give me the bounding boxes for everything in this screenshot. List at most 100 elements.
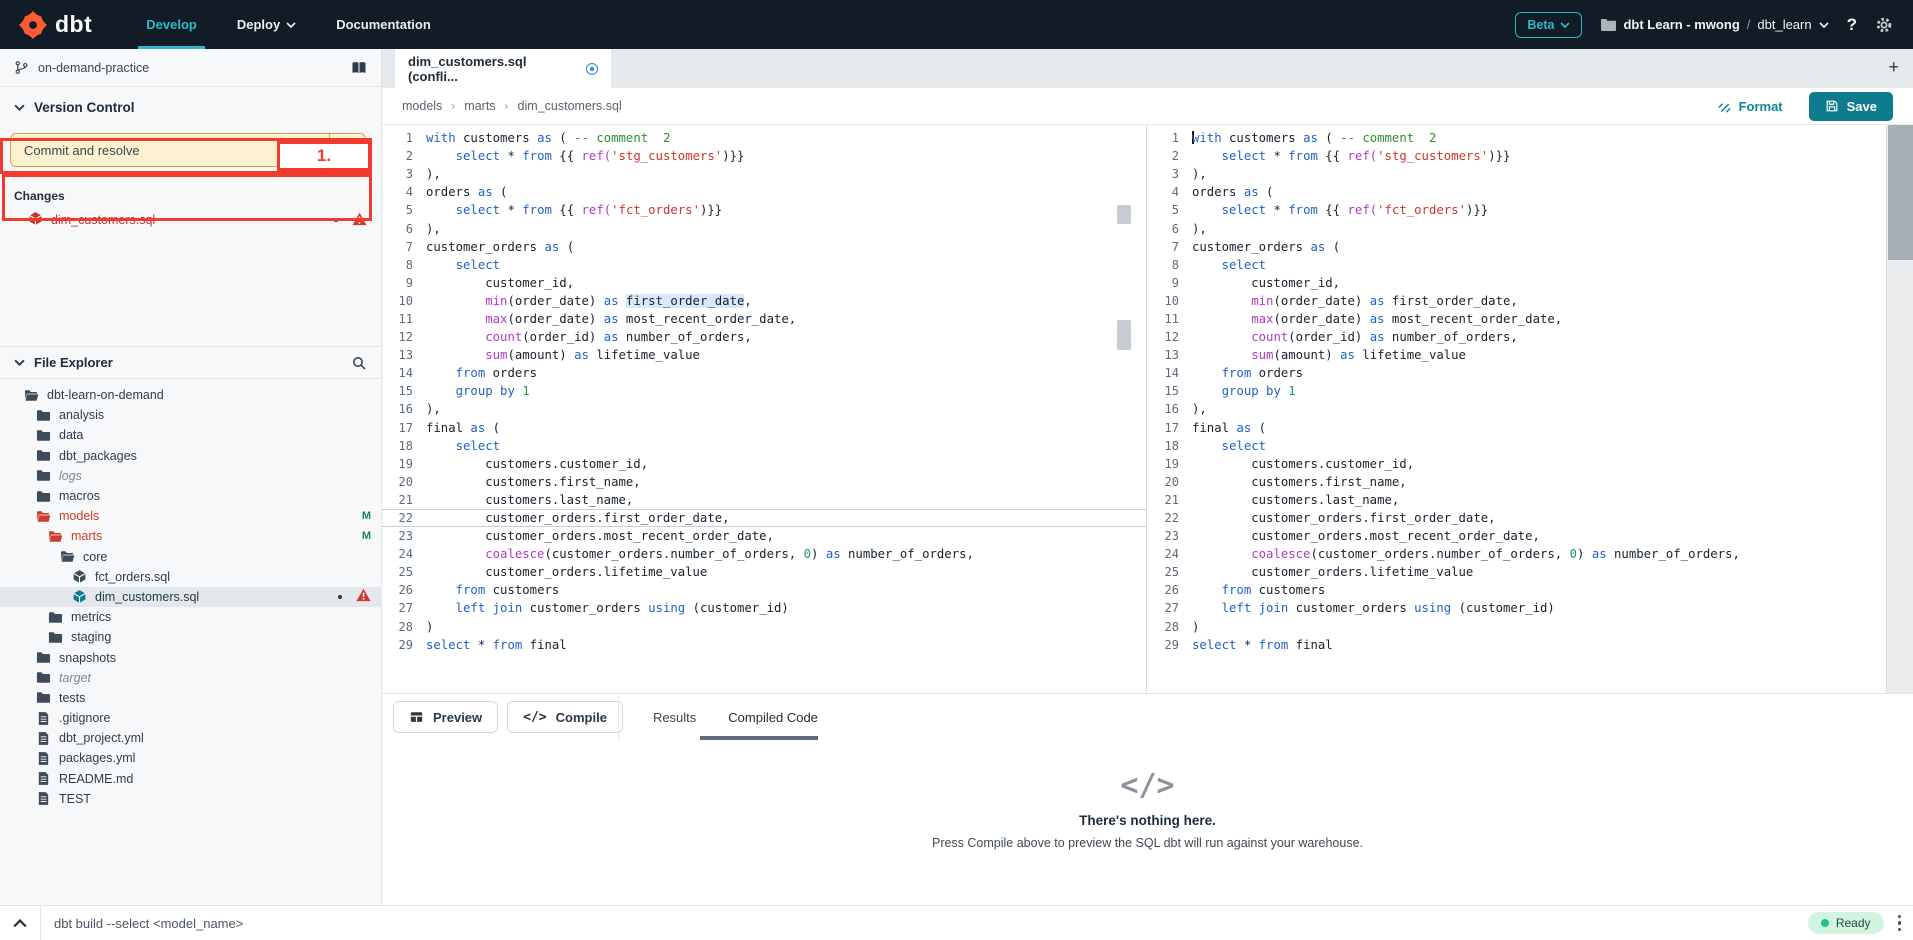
code-line[interactable]: 19 customers.customer_id,	[382, 455, 1146, 473]
code-line[interactable]: 5 select * from {{ ref('fct_orders')}}	[382, 201, 1146, 219]
code-line[interactable]: 10 min(order_date) as first_order_date,	[382, 292, 1146, 310]
code-line[interactable]: 27 left join customer_orders using (cust…	[382, 599, 1146, 617]
right-pane-scrollbar-thumb[interactable]	[1888, 125, 1913, 260]
code-line[interactable]: 22 customer_orders.first_order_date,	[1148, 509, 1886, 527]
code-line[interactable]: 28)	[382, 618, 1146, 636]
tree-item-core[interactable]: core	[0, 547, 381, 567]
commit-and-resolve-button[interactable]: Commit and resolve	[10, 133, 366, 167]
code-line[interactable]: 10 min(order_date) as first_order_date,	[1148, 292, 1886, 310]
tree-item-packages-yml[interactable]: packages.yml	[0, 748, 381, 768]
code-line[interactable]: 20 customers.first_name,	[382, 473, 1146, 491]
search-icon[interactable]	[351, 355, 367, 371]
code-line[interactable]: 24 coalesce(customer_orders.number_of_or…	[382, 545, 1146, 563]
code-line[interactable]: 17final as (	[1148, 419, 1886, 437]
changed-file-row[interactable]: dim_customers.sql	[0, 209, 381, 231]
code-line[interactable]: 7customer_orders as (	[1148, 238, 1886, 256]
dbt-logo[interactable]: dbt	[18, 10, 92, 40]
tree-item-tests[interactable]: tests	[0, 688, 381, 708]
tree-item-fct-orders-sql[interactable]: fct_orders.sql	[0, 567, 381, 587]
tree-item-dim-customers-sql[interactable]: dim_customers.sql	[0, 587, 381, 607]
code-line[interactable]: 2 select * from {{ ref('stg_customers')}…	[1148, 147, 1886, 165]
code-line[interactable]: 28)	[1148, 618, 1886, 636]
tree-item-dbt-packages[interactable]: dbt_packages	[0, 446, 381, 466]
tree-item-readme-md[interactable]: README.md	[0, 769, 381, 789]
code-line[interactable]: 15 group by 1	[1148, 382, 1886, 400]
command-input[interactable]: dbt build --select <model_name>	[54, 916, 1808, 931]
code-line[interactable]: 8 select	[382, 256, 1146, 274]
code-line[interactable]: 14 from orders	[1148, 364, 1886, 382]
left-pane-scrollbar-marker[interactable]	[1117, 320, 1131, 350]
code-line[interactable]: 8 select	[1148, 256, 1886, 274]
help-button[interactable]: ?	[1847, 15, 1857, 35]
tree-item-logs[interactable]: logs	[0, 466, 381, 486]
editor-pane-left[interactable]: 1with customers as ( -- comment 22 selec…	[382, 125, 1147, 695]
tree-item--gitignore[interactable]: .gitignore	[0, 708, 381, 728]
breadcrumb-item[interactable]: dim_customers.sql	[518, 99, 622, 113]
new-tab-button[interactable]: +	[1888, 57, 1899, 78]
code-line[interactable]: 1with customers as ( -- comment 2	[382, 129, 1146, 147]
breadcrumb-item[interactable]: marts	[464, 99, 495, 113]
nav-item-develop[interactable]: Develop	[126, 0, 217, 49]
code-line[interactable]: 20 customers.first_name,	[1148, 473, 1886, 491]
tab-results[interactable]: Results	[653, 706, 696, 729]
code-line[interactable]: 23 customer_orders.most_recent_order_dat…	[1148, 527, 1886, 545]
code-line[interactable]: 27 left join customer_orders using (cust…	[1148, 599, 1886, 617]
code-line[interactable]: 3),	[382, 165, 1146, 183]
docs-book-icon[interactable]	[351, 61, 367, 75]
code-line[interactable]: 5 select * from {{ ref('fct_orders')}}	[1148, 201, 1886, 219]
code-line[interactable]: 22 customer_orders.first_order_date,	[382, 509, 1146, 527]
code-line[interactable]: 12 count(order_id) as number_of_orders,	[382, 328, 1146, 346]
file-explorer-header[interactable]: File Explorer	[0, 346, 381, 379]
tree-item-marts[interactable]: marts M	[0, 526, 381, 546]
code-line[interactable]: 14 from orders	[382, 364, 1146, 382]
tree-item-models[interactable]: models M	[0, 506, 381, 526]
project-selector[interactable]: dbt Learn - mwong / dbt_learn	[1600, 17, 1828, 32]
code-line[interactable]: 18 select	[382, 437, 1146, 455]
code-line[interactable]: 6),	[382, 219, 1146, 237]
breadcrumb-item[interactable]: models	[402, 99, 442, 113]
code-line[interactable]: 9 customer_id,	[382, 274, 1146, 292]
chevron-up-icon[interactable]	[13, 919, 27, 928]
editor-pane-right[interactable]: 1with customers as ( -- comment 22 selec…	[1148, 125, 1886, 695]
code-line[interactable]: 17final as (	[382, 419, 1146, 437]
branch-row[interactable]: on-demand-practice	[0, 49, 381, 87]
preview-button[interactable]: Preview	[393, 701, 498, 733]
tree-item-macros[interactable]: macros	[0, 486, 381, 506]
code-line[interactable]: 13 sum(amount) as lifetime_value	[1148, 346, 1886, 364]
tree-item-metrics[interactable]: metrics	[0, 607, 381, 627]
more-options-button[interactable]	[1898, 915, 1902, 932]
compile-button[interactable]: </> Compile	[507, 701, 623, 733]
left-pane-scrollbar-thumb[interactable]	[1117, 205, 1131, 224]
tree-item-dbt-project-yml[interactable]: dbt_project.yml	[0, 728, 381, 748]
tree-item-snapshots[interactable]: snapshots	[0, 647, 381, 667]
code-line[interactable]: 16),	[1148, 400, 1886, 418]
code-line[interactable]: 24 coalesce(customer_orders.number_of_or…	[1148, 545, 1886, 563]
tree-item-test[interactable]: TEST	[0, 789, 381, 809]
gear-icon[interactable]	[1875, 16, 1893, 34]
code-line[interactable]: 19 customers.customer_id,	[1148, 455, 1886, 473]
code-line[interactable]: 16),	[382, 400, 1146, 418]
code-line[interactable]: 15 group by 1	[382, 382, 1146, 400]
code-line[interactable]: 26 from customers	[382, 581, 1146, 599]
format-button[interactable]: Format	[1717, 99, 1783, 114]
beta-toggle-button[interactable]: Beta	[1515, 12, 1582, 38]
code-line[interactable]: 26 from customers	[1148, 581, 1886, 599]
version-control-header[interactable]: Version Control	[0, 87, 381, 127]
code-line[interactable]: 11 max(order_date) as most_recent_order_…	[382, 310, 1146, 328]
code-line[interactable]: 18 select	[1148, 437, 1886, 455]
save-button[interactable]: Save	[1809, 92, 1893, 121]
code-line[interactable]: 25 customer_orders.lifetime_value	[382, 563, 1146, 581]
right-pane-scrollbar[interactable]	[1886, 125, 1913, 695]
code-line[interactable]: 6),	[1148, 219, 1886, 237]
code-line[interactable]: 13 sum(amount) as lifetime_value	[382, 346, 1146, 364]
code-line[interactable]: 7customer_orders as (	[382, 238, 1146, 256]
tree-item-analysis[interactable]: analysis	[0, 405, 381, 425]
code-line[interactable]: 23 customer_orders.most_recent_order_dat…	[382, 527, 1146, 545]
code-line[interactable]: 21 customers.last_name,	[382, 491, 1146, 509]
nav-item-deploy[interactable]: Deploy	[217, 0, 316, 49]
code-line[interactable]: 11 max(order_date) as most_recent_order_…	[1148, 310, 1886, 328]
editor-tab-dim-customers[interactable]: dim_customers.sql (confli...	[395, 49, 611, 88]
code-line[interactable]: 1with customers as ( -- comment 2	[1148, 129, 1886, 147]
tree-item-staging[interactable]: staging	[0, 627, 381, 647]
tree-item-target[interactable]: target	[0, 668, 381, 688]
